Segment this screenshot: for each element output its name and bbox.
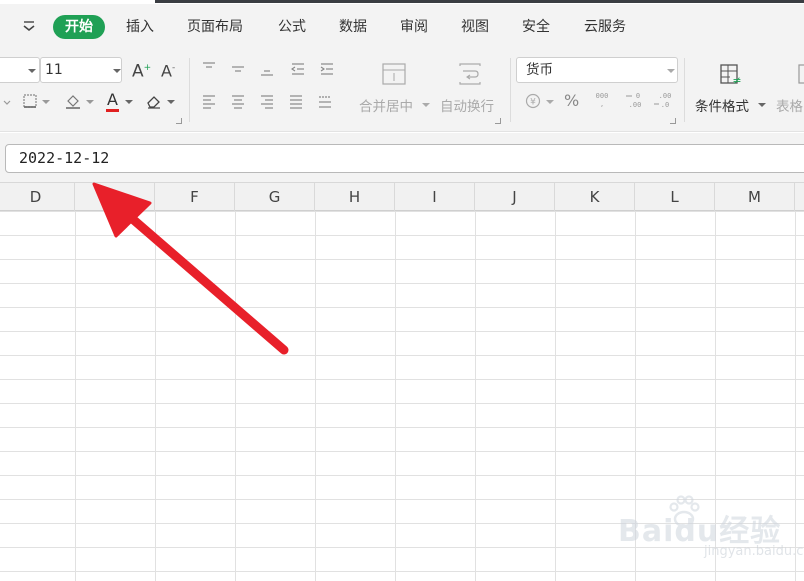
column-header-f[interactable]: F [155, 183, 235, 211]
distributed-align-icon[interactable] [316, 92, 334, 110]
column-header-m[interactable]: M [715, 183, 795, 211]
conditional-format-icon[interactable]: ≠ [718, 62, 744, 88]
tab-page-layout[interactable]: 页面布局 [187, 15, 243, 39]
tab-cloud-service[interactable]: 云服务 [584, 15, 626, 39]
ribbon-separator [510, 58, 511, 122]
svg-text:,: , [601, 99, 604, 108]
eraser-icon[interactable] [145, 92, 163, 110]
table-style-button[interactable]: 表格 [776, 95, 803, 115]
grid-line [475, 211, 476, 581]
font-group-launcher[interactable] [176, 118, 182, 124]
tab-insert[interactable]: 插入 [126, 15, 154, 39]
increase-decimal-icon[interactable]: 0 .00 [624, 90, 646, 110]
column-header-h[interactable]: H [315, 183, 395, 211]
grid-line [315, 211, 316, 581]
number-format-select[interactable]: 货币 [516, 57, 678, 83]
tab-home[interactable]: 开始 [53, 15, 105, 39]
tab-view[interactable]: 视图 [461, 15, 489, 39]
column-headers: D E F G H I J K L M [0, 182, 804, 211]
align-bottom-icon[interactable] [258, 60, 276, 78]
border-icon[interactable] [22, 92, 40, 110]
column-header-l[interactable]: L [635, 183, 715, 211]
tab-data[interactable]: 数据 [339, 15, 367, 39]
alignment-group-launcher[interactable] [495, 118, 501, 124]
align-right-icon[interactable] [258, 92, 276, 110]
svg-text:¥: ¥ [530, 98, 536, 108]
tab-security[interactable]: 安全 [522, 15, 550, 39]
svg-text:0: 0 [636, 92, 640, 100]
chevron-down-icon[interactable] [20, 17, 38, 35]
tab-formulas[interactable]: 公式 [278, 15, 306, 39]
column-header-d[interactable]: D [0, 183, 75, 211]
increase-indent-icon[interactable] [318, 60, 336, 78]
svg-text:≠: ≠ [732, 74, 741, 87]
column-header-j[interactable]: J [475, 183, 555, 211]
wrap-text-icon[interactable] [457, 62, 483, 86]
svg-text:.00: .00 [659, 92, 672, 100]
merge-center-button[interactable]: 合并居中 [359, 95, 413, 115]
svg-text:.00: .00 [629, 101, 642, 109]
align-middle-icon[interactable] [229, 60, 247, 78]
shrink-font-icon[interactable]: A- [161, 59, 175, 80]
column-header-i[interactable]: I [395, 183, 475, 211]
column-header-k[interactable]: K [555, 183, 635, 211]
ribbon: 11 A+ A- A 合并居中 自动换行 货币 ¥ % 000 , 0 .00 … [0, 48, 804, 132]
fill-color-icon[interactable] [64, 92, 82, 110]
font-size-value: 11 [45, 62, 63, 78]
font-color-icon[interactable]: A [106, 90, 119, 112]
number-group-launcher[interactable] [670, 118, 676, 124]
menu-bar: 开始 插入 页面布局 公式 数据 审阅 视图 安全 云服务 [0, 4, 804, 48]
align-center-icon[interactable] [229, 92, 247, 110]
grid-line [395, 211, 396, 581]
grid-line [155, 211, 156, 581]
align-top-icon[interactable] [200, 60, 218, 78]
grid-line [555, 211, 556, 581]
baidu-watermark: Baidu经验 jingyan.baidu.com [612, 492, 804, 572]
wrap-text-button[interactable]: 自动换行 [440, 95, 494, 115]
grow-font-icon[interactable]: A+ [132, 59, 151, 81]
thousands-separator-icon[interactable]: 000 , [592, 90, 612, 110]
table-style-icon[interactable] [796, 62, 804, 88]
font-size-select[interactable]: 11 [40, 57, 122, 83]
watermark-url: jingyan.baidu.com [704, 544, 804, 559]
formula-input[interactable]: 2022-12-12 [5, 144, 804, 173]
merge-center-icon[interactable] [381, 62, 407, 86]
ribbon-separator [189, 58, 190, 122]
underline-dropdown-icon[interactable] [0, 93, 18, 111]
decrease-decimal-icon[interactable]: .00 .0 [652, 90, 674, 110]
percent-icon[interactable]: % [564, 92, 579, 110]
ribbon-separator [684, 58, 685, 122]
justify-icon[interactable] [287, 92, 305, 110]
grid-line [75, 211, 76, 581]
column-header-e[interactable]: E [75, 183, 155, 211]
accounting-format-icon[interactable]: ¥ [524, 92, 542, 110]
grid-line [235, 211, 236, 581]
column-header-g[interactable]: G [235, 183, 315, 211]
svg-text:.0: .0 [661, 101, 669, 109]
tab-review[interactable]: 审阅 [400, 15, 428, 39]
conditional-format-button[interactable]: 条件格式 [695, 95, 749, 115]
number-format-value: 货币 [526, 62, 553, 78]
decrease-indent-icon[interactable] [289, 60, 307, 78]
align-left-icon[interactable] [200, 92, 218, 110]
formula-bar: 2022-12-12 [0, 133, 804, 182]
font-name-select[interactable] [0, 57, 40, 83]
